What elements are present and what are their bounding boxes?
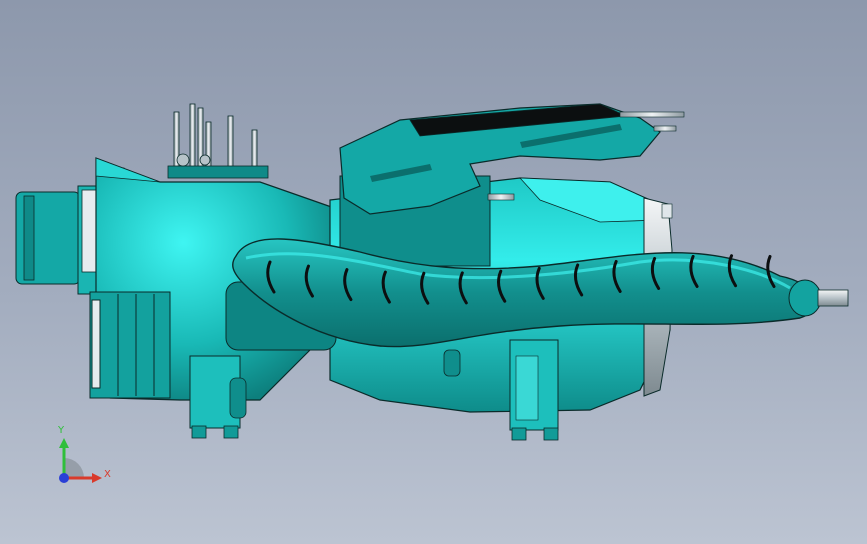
cooling-fins	[89, 291, 171, 399]
triad-x-label: X	[104, 469, 111, 480]
engine-model[interactable]	[0, 0, 867, 544]
coordinate-triad	[59, 438, 102, 483]
sensor-rods[interactable]	[167, 103, 269, 179]
cad-graphics-viewport[interactable]: Y X	[0, 0, 867, 544]
z-axis-dot	[59, 473, 69, 483]
triad-y-label: Y	[58, 425, 65, 436]
